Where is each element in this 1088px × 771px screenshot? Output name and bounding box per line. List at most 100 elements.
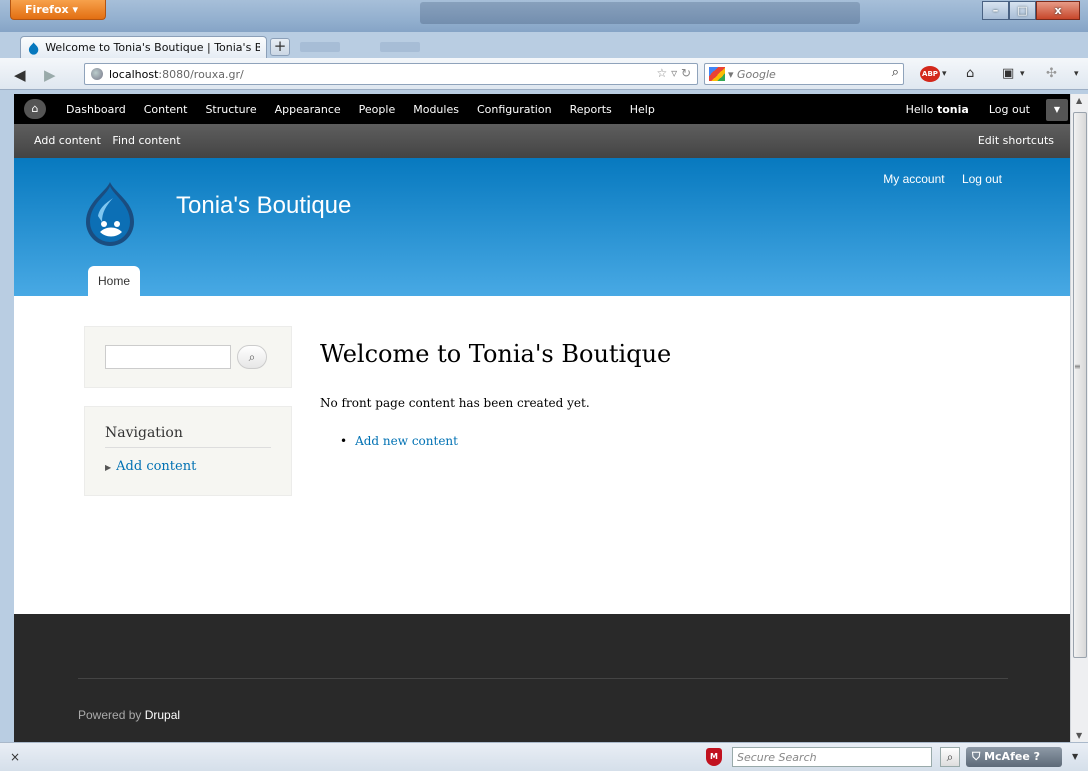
address-bar[interactable]: localhost:8080/rouxa.gr/ ☆ ▿ ↻ — [84, 63, 698, 85]
home-icon[interactable]: ⌂ — [24, 99, 46, 119]
url-path: :8080/rouxa.gr/ — [158, 67, 244, 81]
search-icon[interactable]: ⌕ — [892, 65, 899, 80]
minimize-button[interactable]: – — [982, 1, 1009, 20]
browser-tab-active[interactable]: Welcome to Tonia's Boutique | Tonia's B.… — [20, 36, 267, 58]
scroll-up-icon[interactable]: ▲ — [1076, 96, 1082, 105]
admin-menu-dashboard[interactable]: Dashboard — [66, 103, 126, 116]
scroll-down-icon[interactable]: ▼ — [1076, 731, 1082, 740]
add-new-content-link[interactable]: • Add new content — [340, 434, 458, 448]
powered-by-text: Powered by — [78, 708, 142, 722]
titlebar-shading — [420, 2, 860, 24]
mcafee-label: McAfee — [984, 750, 1030, 763]
scrollbar-thumb[interactable] — [1073, 112, 1087, 658]
new-tab-button[interactable]: + — [270, 38, 290, 56]
home-icon[interactable]: ⌂ — [966, 66, 974, 81]
sidebar-item-label: Add content — [116, 459, 197, 474]
admin-menu: Dashboard Content Structure Appearance P… — [66, 94, 673, 124]
tab-home[interactable]: Home — [88, 266, 140, 296]
url-host: localhost — [109, 67, 159, 81]
menu-arrow-icon: ▶ — [105, 463, 112, 472]
window-controls: – □ x — [982, 1, 1080, 20]
mcafee-button[interactable]: ⛉ McAfee ? — [966, 747, 1062, 767]
background-shading — [300, 42, 340, 52]
tab-strip: Welcome to Tonia's Boutique | Tonia's B.… — [0, 32, 1088, 58]
close-addon-bar-icon[interactable]: × — [10, 750, 20, 764]
mcafee-shield-icon[interactable]: M — [706, 748, 722, 766]
page-message: No front page content has been created y… — [320, 396, 590, 410]
user-greeting: Hello tonia — [906, 103, 969, 116]
maximize-icon: □ — [1017, 4, 1028, 17]
admin-menu-structure[interactable]: Structure — [205, 103, 256, 116]
admin-toolbar: ⌂ Dashboard Content Structure Appearance… — [14, 94, 1070, 124]
background-shading — [380, 42, 420, 52]
google-engine-icon[interactable] — [709, 67, 725, 81]
adblock-plus-icon[interactable]: ABP — [920, 66, 940, 82]
minimize-icon: – — [992, 4, 999, 17]
search-bar[interactable]: ▾ Google ⌕ — [704, 63, 904, 85]
close-icon: x — [1054, 4, 1062, 17]
addon-puzzle-icon[interactable]: ✣ — [1046, 66, 1057, 81]
dropdown-arrow-icon[interactable]: ▾ — [942, 69, 947, 79]
page-viewport: Tonia's Boutique My account Log out Home… — [14, 158, 1070, 742]
addon-bar: × M Secure Search ⌕ ⛉ McAfee ? ▼ — [0, 742, 1088, 771]
site-name[interactable]: Tonia's Boutique — [176, 192, 351, 220]
dropdown-arrow-icon[interactable]: ▼ — [1072, 752, 1078, 761]
toolbar-logout-link[interactable]: Log out — [989, 103, 1030, 116]
bullet-icon: • — [340, 434, 348, 448]
user-menu: Hello tonia Log out — [906, 94, 1030, 124]
powered-by: Powered by Drupal — [78, 708, 180, 722]
site-footer: Powered by Drupal — [14, 614, 1070, 742]
shortcut-find-content[interactable]: Find content — [112, 134, 180, 147]
drupal-favicon-icon — [28, 41, 39, 55]
firefox-menu-button[interactable]: Firefox ▾ — [10, 0, 106, 20]
admin-menu-appearance[interactable]: Appearance — [275, 103, 341, 116]
search-icon: ⌕ — [248, 350, 256, 364]
shortcuts-bar: Add content Find content Edit shortcuts — [14, 124, 1070, 158]
navigation-bar: ◀ ▶ localhost:8080/rouxa.gr/ ☆ ▿ ↻ ▾ Goo… — [0, 58, 1088, 90]
back-arrow-icon[interactable]: ◀ — [14, 66, 32, 84]
search-icon: ⌕ — [946, 750, 954, 764]
greeting-text: Hello — [905, 102, 934, 116]
search-block: ⌕ — [84, 326, 292, 388]
link-label: Add new content — [355, 434, 458, 448]
shortcut-list: Add content Find content — [34, 134, 189, 147]
search-submit-button[interactable]: ⌕ — [237, 345, 267, 369]
footer-divider — [78, 678, 1008, 679]
window-titlebar: Firefox ▾ – □ x — [0, 0, 1088, 32]
bookmarks-icon[interactable]: ▣ — [1002, 66, 1014, 81]
admin-menu-modules[interactable]: Modules — [413, 103, 459, 116]
my-account-link[interactable]: My account — [883, 172, 944, 186]
secure-search-input[interactable]: Secure Search — [732, 747, 932, 767]
site-header: Tonia's Boutique My account Log out Home — [14, 158, 1070, 296]
secure-search-button[interactable]: ⌕ — [940, 747, 960, 767]
admin-menu-help[interactable]: Help — [630, 103, 655, 116]
admin-menu-people[interactable]: People — [359, 103, 396, 116]
forward-arrow-icon[interactable]: ▶ — [44, 66, 62, 84]
vertical-scrollbar[interactable]: ▲ ≡ ▼ — [1070, 94, 1088, 742]
dropdown-arrow-icon[interactable]: ▾ — [1020, 69, 1025, 79]
drupal-link[interactable]: Drupal — [145, 708, 180, 722]
toolbar-drawer-toggle-icon[interactable]: ▼ — [1046, 99, 1068, 121]
site-identity-icon[interactable] — [91, 68, 103, 80]
close-window-button[interactable]: x — [1036, 1, 1080, 20]
overflow-chevron-icon[interactable]: ▾ — [1074, 69, 1079, 79]
bookmark-star-icon[interactable]: ☆ ▿ ↻ — [657, 66, 691, 80]
navigation-block: Navigation ▶ Add content — [84, 406, 292, 496]
navigation-title: Navigation — [105, 425, 271, 448]
admin-menu-configuration[interactable]: Configuration — [477, 103, 552, 116]
search-placeholder: Google — [737, 67, 776, 81]
page-title: Welcome to Tonia's Boutique — [320, 340, 672, 368]
grip-icon: ≡ — [1074, 362, 1081, 371]
tab-title: Welcome to Tonia's Boutique | Tonia's B.… — [45, 41, 260, 54]
shortcut-add-content[interactable]: Add content — [34, 134, 101, 147]
maximize-button[interactable]: □ — [1009, 1, 1036, 20]
admin-menu-content[interactable]: Content — [144, 103, 188, 116]
admin-menu-reports[interactable]: Reports — [570, 103, 612, 116]
header-logout-link[interactable]: Log out — [962, 172, 1002, 186]
search-input[interactable] — [105, 345, 231, 369]
username[interactable]: tonia — [937, 103, 969, 116]
drupal-logo-icon[interactable] — [80, 180, 140, 248]
edit-shortcuts-link[interactable]: Edit shortcuts — [978, 134, 1054, 147]
secondary-menu: My account Log out — [869, 172, 1002, 186]
sidebar-item-add-content[interactable]: ▶ Add content — [105, 459, 196, 474]
